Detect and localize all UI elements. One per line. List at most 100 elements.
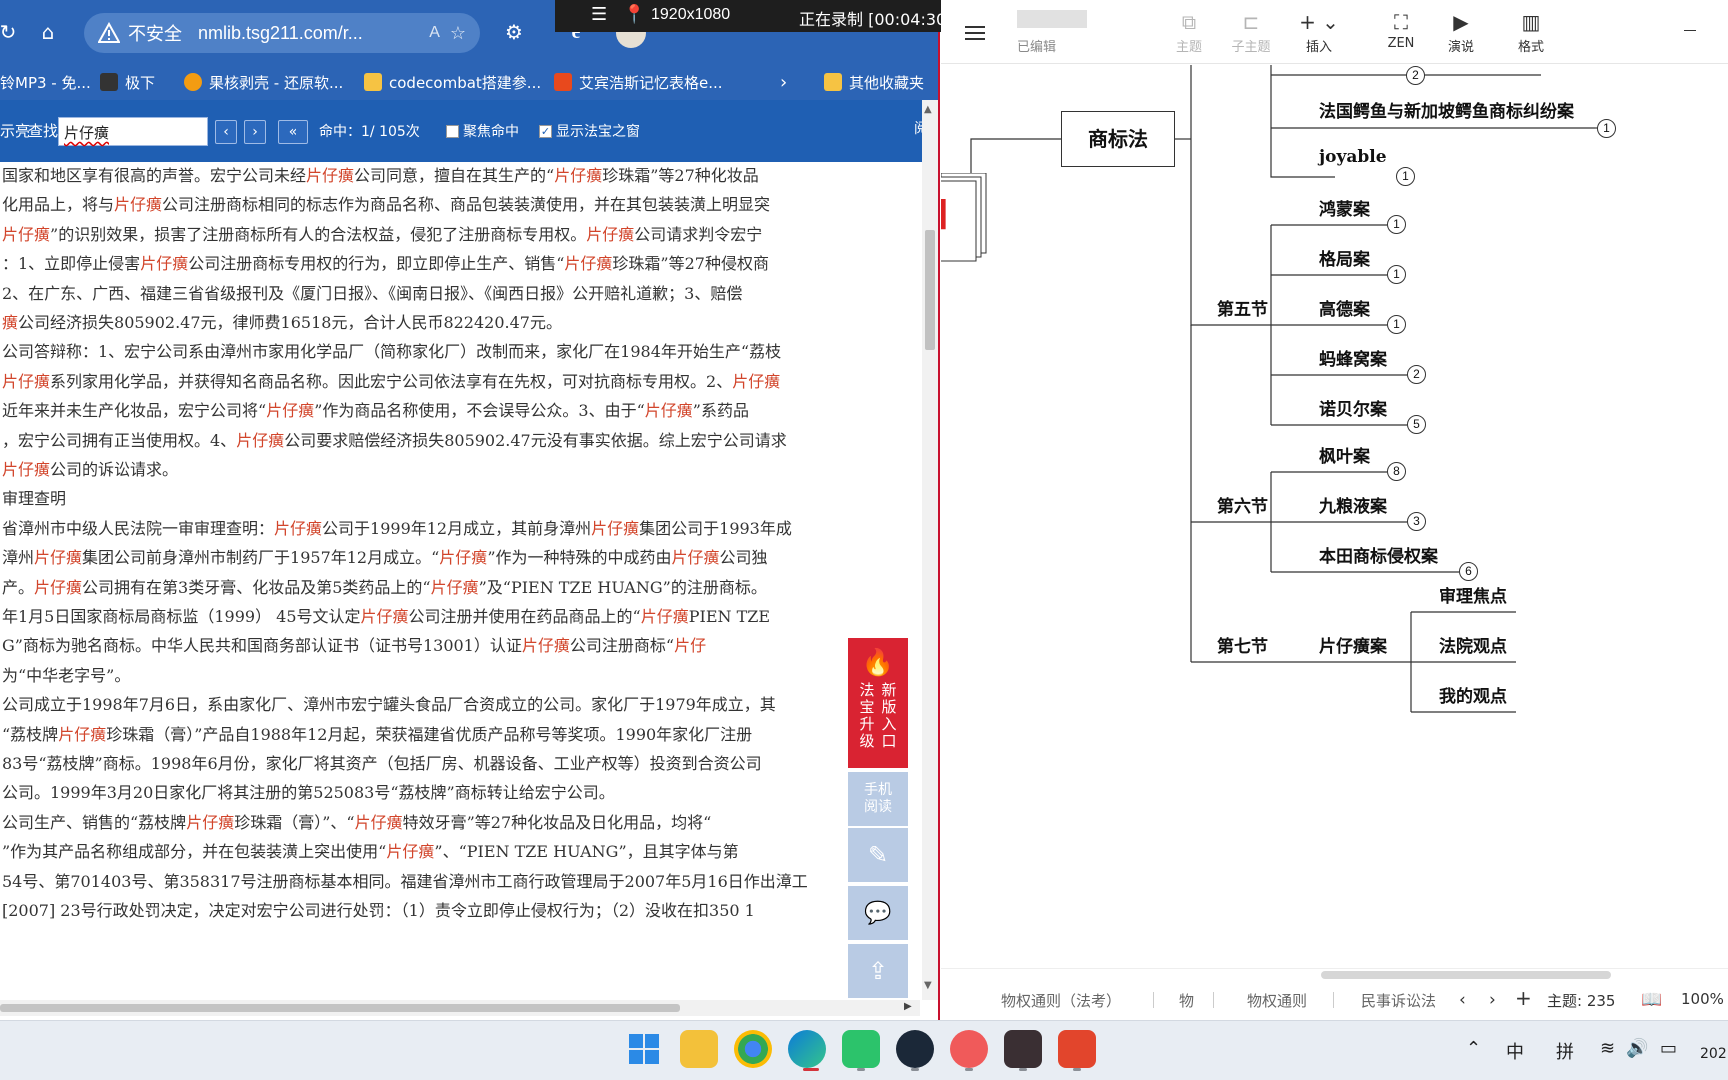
- find-first-button[interactable]: «: [278, 120, 308, 144]
- scroll-right-icon[interactable]: ▶: [904, 1001, 912, 1012]
- edge-icon[interactable]: [788, 1030, 826, 1068]
- scroll-up-icon[interactable]: ▲: [924, 104, 932, 115]
- comment-icon[interactable]: 💬: [848, 886, 908, 940]
- sheet-tab-2[interactable]: 物权通则: [1247, 990, 1307, 1011]
- format-button[interactable]: ▥ 格式: [1501, 8, 1561, 55]
- count-badge[interactable]: 8: [1387, 462, 1406, 481]
- bookmark-4[interactable]: 艾宾浩斯记忆表格e...: [554, 64, 723, 100]
- count-badge[interactable]: 2: [1407, 365, 1426, 384]
- count-badge[interactable]: 1: [1396, 167, 1415, 186]
- node-fengye-case[interactable]: 枫叶案: [1319, 442, 1370, 467]
- node-geju-case[interactable]: 格局案: [1319, 245, 1370, 270]
- node-review-focus[interactable]: 审理焦点: [1439, 582, 1507, 607]
- present-button[interactable]: ▶ 演说: [1431, 8, 1491, 55]
- zoom-level[interactable]: 100%: [1681, 990, 1724, 1008]
- show-fabao-checkbox[interactable]: ✓ 显示法宝之窗: [539, 121, 640, 141]
- extensions-icon[interactable]: ⚙: [500, 18, 528, 46]
- share-upload-icon[interactable]: ⇪: [848, 944, 908, 998]
- edit-icon[interactable]: ✎: [848, 828, 908, 882]
- node-fr-crocodile-case[interactable]: 法国鳄鱼与新加坡鳄鱼商标纠纷案: [1319, 97, 1574, 122]
- windows-start-icon[interactable]: [628, 1033, 660, 1065]
- search-highlight: 片仔癀: [386, 842, 435, 862]
- root-node-trademark-law[interactable]: 商标法: [1061, 111, 1175, 167]
- tab-next-icon[interactable]: ›: [1489, 990, 1496, 1010]
- node-section-5[interactable]: 第五节: [1217, 295, 1268, 320]
- bookmark-other[interactable]: 其他收藏夹: [824, 64, 924, 100]
- count-badge[interactable]: 1: [1597, 119, 1616, 138]
- node-jiuliangye-case[interactable]: 九粮液案: [1319, 492, 1387, 517]
- bookmark-0[interactable]: 铃MP3 - 免...: [0, 64, 91, 100]
- subtopic-button[interactable]: ⊏ 子主题: [1221, 8, 1281, 55]
- tray-chevron-icon[interactable]: ⌃: [1466, 1038, 1481, 1059]
- zen-button[interactable]: ⛶ ZEN: [1371, 8, 1431, 51]
- wechat-icon[interactable]: [842, 1030, 880, 1068]
- node-mafengwo-case[interactable]: 蚂蜂窝案: [1319, 345, 1387, 370]
- address-bar[interactable]: 不安全 nmlib.tsg211.com/r... A ☆: [84, 13, 480, 53]
- file-explorer-icon[interactable]: [680, 1030, 718, 1068]
- count-badge[interactable]: 2: [1406, 66, 1425, 85]
- bookmark-3[interactable]: codecombat搭建参...: [364, 64, 541, 100]
- node-hongmeng-case[interactable]: 鸿蒙案: [1319, 195, 1370, 220]
- topic-button[interactable]: ⧉ 主题: [1159, 8, 1219, 55]
- sheet-tab-0[interactable]: 物权通则（法考）: [1001, 990, 1121, 1011]
- sheet-tab-3[interactable]: 民事诉讼法: [1361, 990, 1436, 1011]
- pin-icon[interactable]: 📍: [623, 4, 645, 25]
- outline-view-icon[interactable]: 📖: [1641, 990, 1662, 1010]
- find-prev-button[interactable]: ‹: [215, 120, 237, 144]
- node-gaode-case[interactable]: 高德案: [1319, 295, 1370, 320]
- battery-icon[interactable]: ▭: [1660, 1038, 1677, 1059]
- bookmarks-chevron-icon[interactable]: ›: [780, 64, 787, 100]
- node-pianzaihuang-case[interactable]: 片仔癀案: [1319, 632, 1387, 657]
- count-badge[interactable]: 1: [1387, 265, 1406, 284]
- count-badge[interactable]: 1: [1387, 315, 1406, 334]
- hscroll-thumb[interactable]: [0, 1004, 680, 1012]
- bookmark-1[interactable]: 极下: [100, 64, 155, 100]
- tab-prev-icon[interactable]: ‹: [1459, 990, 1466, 1010]
- count-badge[interactable]: 5: [1407, 415, 1426, 434]
- menu-icon[interactable]: ☰: [591, 4, 607, 25]
- mobile-read-button[interactable]: 手机阅读: [848, 772, 908, 826]
- node-nobel-case[interactable]: 诺贝尔案: [1319, 395, 1387, 420]
- minimize-icon[interactable]: [1684, 30, 1696, 31]
- mindmap-canvas[interactable]: ] 商标法 2 法国鳄鱼与新加坡鳄鱼商标纠纷案 1 joyable 1 第五节 …: [941, 65, 1728, 968]
- hamburger-icon[interactable]: [965, 26, 985, 40]
- node-honda-case[interactable]: 本田商标侵权案: [1319, 542, 1438, 567]
- url-text[interactable]: nmlib.tsg211.com/r...: [198, 23, 423, 44]
- scroll-down-icon[interactable]: ▼: [924, 980, 932, 991]
- favorite-icon[interactable]: ☆: [450, 23, 466, 44]
- wifi-icon[interactable]: ≋: [1600, 1038, 1615, 1059]
- refresh-icon[interactable]: ↻: [0, 18, 22, 46]
- horizontal-scrollbar[interactable]: [0, 1000, 920, 1016]
- node-section-6[interactable]: 第六节: [1217, 492, 1268, 517]
- count-badge[interactable]: 1: [1387, 215, 1406, 234]
- sheet-tab-1[interactable]: 物: [1179, 990, 1194, 1011]
- volume-icon[interactable]: 🔊: [1626, 1038, 1648, 1059]
- count-badge[interactable]: 3: [1407, 512, 1426, 531]
- count-badge[interactable]: 6: [1459, 562, 1478, 581]
- chrome-icon[interactable]: [734, 1030, 772, 1068]
- bookmark-2[interactable]: 果核剥壳 - 还原软...: [184, 64, 343, 100]
- node-section-7[interactable]: 第七节: [1217, 632, 1268, 657]
- fire-app-icon[interactable]: [950, 1030, 988, 1068]
- node-joyable[interactable]: joyable: [1319, 147, 1387, 167]
- node-court-view[interactable]: 法院观点: [1439, 632, 1507, 657]
- notes-app-icon[interactable]: [1004, 1030, 1042, 1068]
- steam-icon[interactable]: [896, 1030, 934, 1068]
- xmind-icon[interactable]: [1058, 1030, 1096, 1068]
- add-sheet-icon[interactable]: +: [1515, 986, 1532, 1010]
- find-next-button[interactable]: ›: [244, 120, 266, 144]
- home-icon[interactable]: ⌂: [34, 18, 62, 46]
- find-input[interactable]: 片仔癀: [58, 117, 208, 146]
- vertical-scrollbar[interactable]: [922, 100, 938, 1000]
- hscroll-thumb[interactable]: [1321, 971, 1611, 979]
- scroll-thumb[interactable]: [925, 230, 935, 350]
- canvas-hscroll[interactable]: [951, 968, 1711, 980]
- ime-language[interactable]: 中: [1506, 1038, 1524, 1064]
- node-my-view[interactable]: 我的观点: [1439, 682, 1507, 707]
- read-aloud-icon[interactable]: A: [429, 24, 440, 42]
- ime-mode[interactable]: 拼: [1556, 1038, 1574, 1064]
- article-line: ，宏宁公司拥有正当使用权。4、片仔癀公司要求赔偿经济损失805902.47元没有…: [2, 431, 787, 451]
- focus-hit-checkbox[interactable]: 聚焦命中: [446, 121, 519, 141]
- fabao-upgrade-button[interactable]: 🔥 法宝升级 新版入口: [848, 638, 908, 768]
- insert-button[interactable]: + ⌄ 插入: [1289, 8, 1349, 55]
